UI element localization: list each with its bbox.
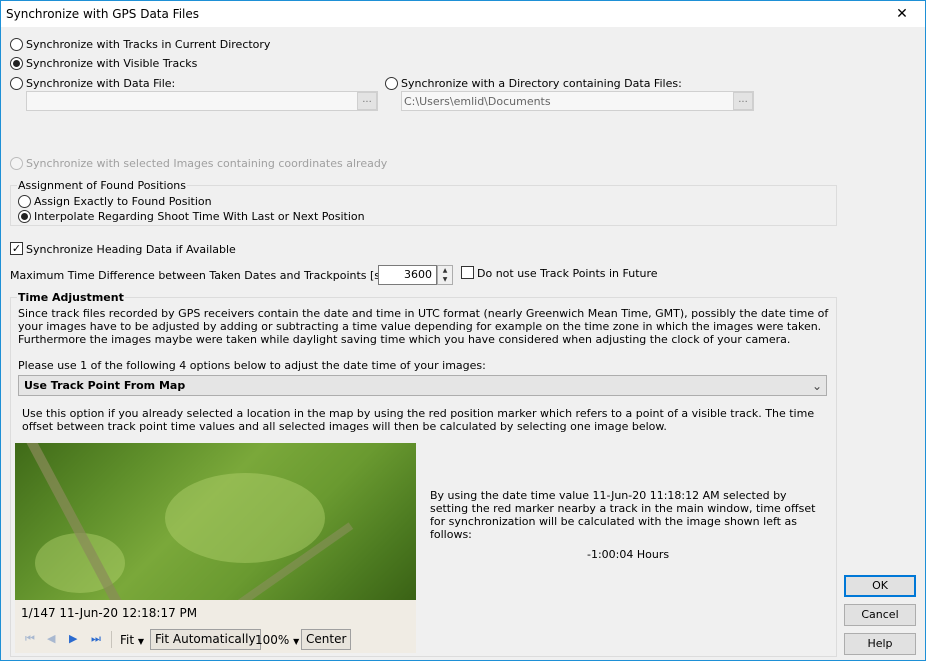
label-data-file: Synchronize with Data File: [26,77,176,90]
radio-interpolate[interactable] [18,210,31,223]
radio-visible-tracks[interactable] [10,57,23,70]
heading-checkbox[interactable]: ✓ [10,242,23,255]
selected-option-label: Use Track Point From Map [24,379,186,392]
last-image-icon[interactable]: ⏭ [91,632,101,646]
label-assign-exact: Assign Exactly to Found Position [34,195,212,208]
max-time-stepper[interactable]: ▲ ▼ [437,265,453,285]
preview-image [15,443,416,600]
time-adjustment-title: Time Adjustment [17,291,125,304]
fit-dropdown[interactable]: Fit ▼ [120,633,144,647]
chevron-down-icon: ⌄ [811,379,822,393]
image-caption: 1/147 11-Jun-20 12:18:17 PM [15,600,416,626]
label-future: Do not use Track Points in Future [477,267,658,280]
label-tracks-current-dir: Synchronize with Tracks in Current Direc… [26,38,271,51]
fit-automatically-button[interactable]: Fit Automatically [150,629,261,650]
previous-image-icon[interactable]: ◀ [47,632,55,645]
title-bar: Synchronize with GPS Data Files ✕ [1,1,925,27]
label-interpolate: Interpolate Regarding Shoot Time With La… [34,210,365,223]
next-image-icon[interactable]: ▶ [69,632,77,645]
fit-label: Fit [120,633,135,647]
zoom-dropdown[interactable]: 100% ▼ [255,633,299,647]
directory-field[interactable]: C:\Users\emlid\Documents ... [401,91,754,111]
zoom-label: 100% [255,633,290,647]
help-button[interactable]: Help [844,633,916,655]
radio-selected-images [10,157,23,170]
fit-caret-icon: ▼ [137,637,145,646]
future-checkbox[interactable] [461,266,474,279]
radio-assign-exact[interactable] [18,195,31,208]
radio-data-file[interactable] [10,77,23,90]
options-prompt: Please use 1 of the following 4 options … [18,359,486,372]
dialog-window: Synchronize with GPS Data Files ✕ Synchr… [0,0,926,661]
option-description: Use this option if you already selected … [22,407,815,433]
first-image-icon[interactable]: ⏮ [25,632,35,646]
radio-tracks-current-dir[interactable] [10,38,23,51]
stepper-down-icon[interactable]: ▼ [438,275,452,284]
center-button[interactable]: Center [301,629,352,650]
image-toolbar: ⏮ ◀ ▶ ⏭ Fit ▼ Fit Automatically 100% ▼ C… [15,626,416,653]
stepper-up-icon[interactable]: ▲ [438,266,452,275]
cancel-button[interactable]: Cancel [844,604,916,626]
label-visible-tracks: Synchronize with Visible Tracks [26,57,198,70]
data-file-browse-button[interactable]: ... [357,92,377,110]
label-heading: Synchronize Heading Data if Available [26,243,236,256]
directory-browse-button[interactable]: ... [733,92,753,110]
zoom-caret-icon: ▼ [293,637,300,646]
label-directory: Synchronize with a Directory containing … [401,77,682,90]
radio-directory[interactable] [385,77,398,90]
adjustment-option-select[interactable]: Use Track Point From Map ⌄ [18,375,827,396]
label-selected-images: Synchronize with selected Images contain… [26,157,388,170]
label-max-time: Maximum Time Difference between Taken Da… [10,269,428,282]
window-title: Synchronize with GPS Data Files [6,7,200,21]
max-time-input[interactable]: 3600 [378,265,437,285]
data-file-field[interactable]: ... [26,91,378,111]
assignment-group-title: Assignment of Found Positions [17,179,188,192]
ok-button[interactable]: OK [844,575,916,597]
time-offset: -1:00:04 Hours [587,548,670,561]
close-icon[interactable]: ✕ [879,1,925,27]
directory-value: C:\Users\emlid\Documents [404,95,551,108]
time-adjustment-description: Since track files recorded by GPS receiv… [18,307,829,346]
calc-description: By using the date time value 11-Jun-20 1… [430,489,816,541]
